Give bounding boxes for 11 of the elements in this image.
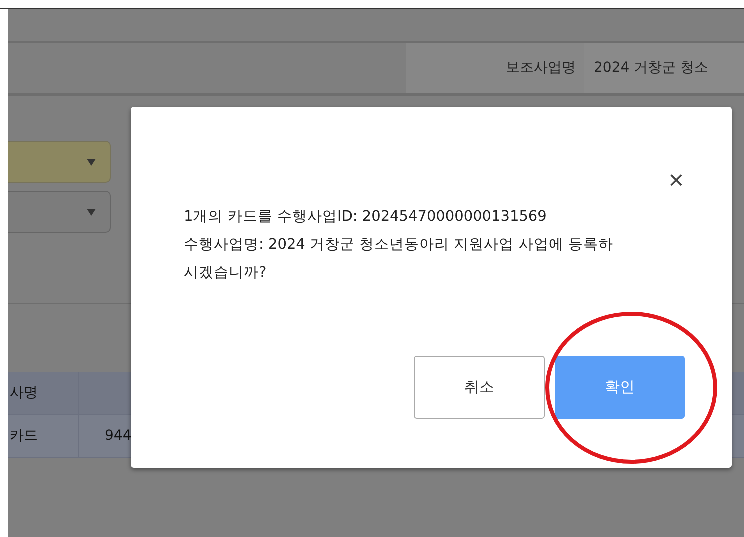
table-cell: 카드: [8, 415, 79, 457]
dropdown[interactable]: [8, 191, 111, 233]
field-value: 2024 거창군 청소: [584, 43, 744, 93]
column-header: 사명: [8, 372, 79, 414]
close-button[interactable]: ×: [668, 167, 684, 193]
cancel-button[interactable]: 취소: [414, 356, 545, 419]
caret-icon: [87, 208, 96, 216]
dropdown[interactable]: [8, 141, 111, 183]
caret-icon: [87, 158, 96, 166]
field-label: 보조사업명: [406, 43, 584, 93]
dialog-message: 1개의 카드를 수행사업ID: 20245470000000131569 수행사업명: 2024 거창군 청소년동아리 지원사업 사업에 등록하 시겠습니까?: [184, 208, 614, 283]
